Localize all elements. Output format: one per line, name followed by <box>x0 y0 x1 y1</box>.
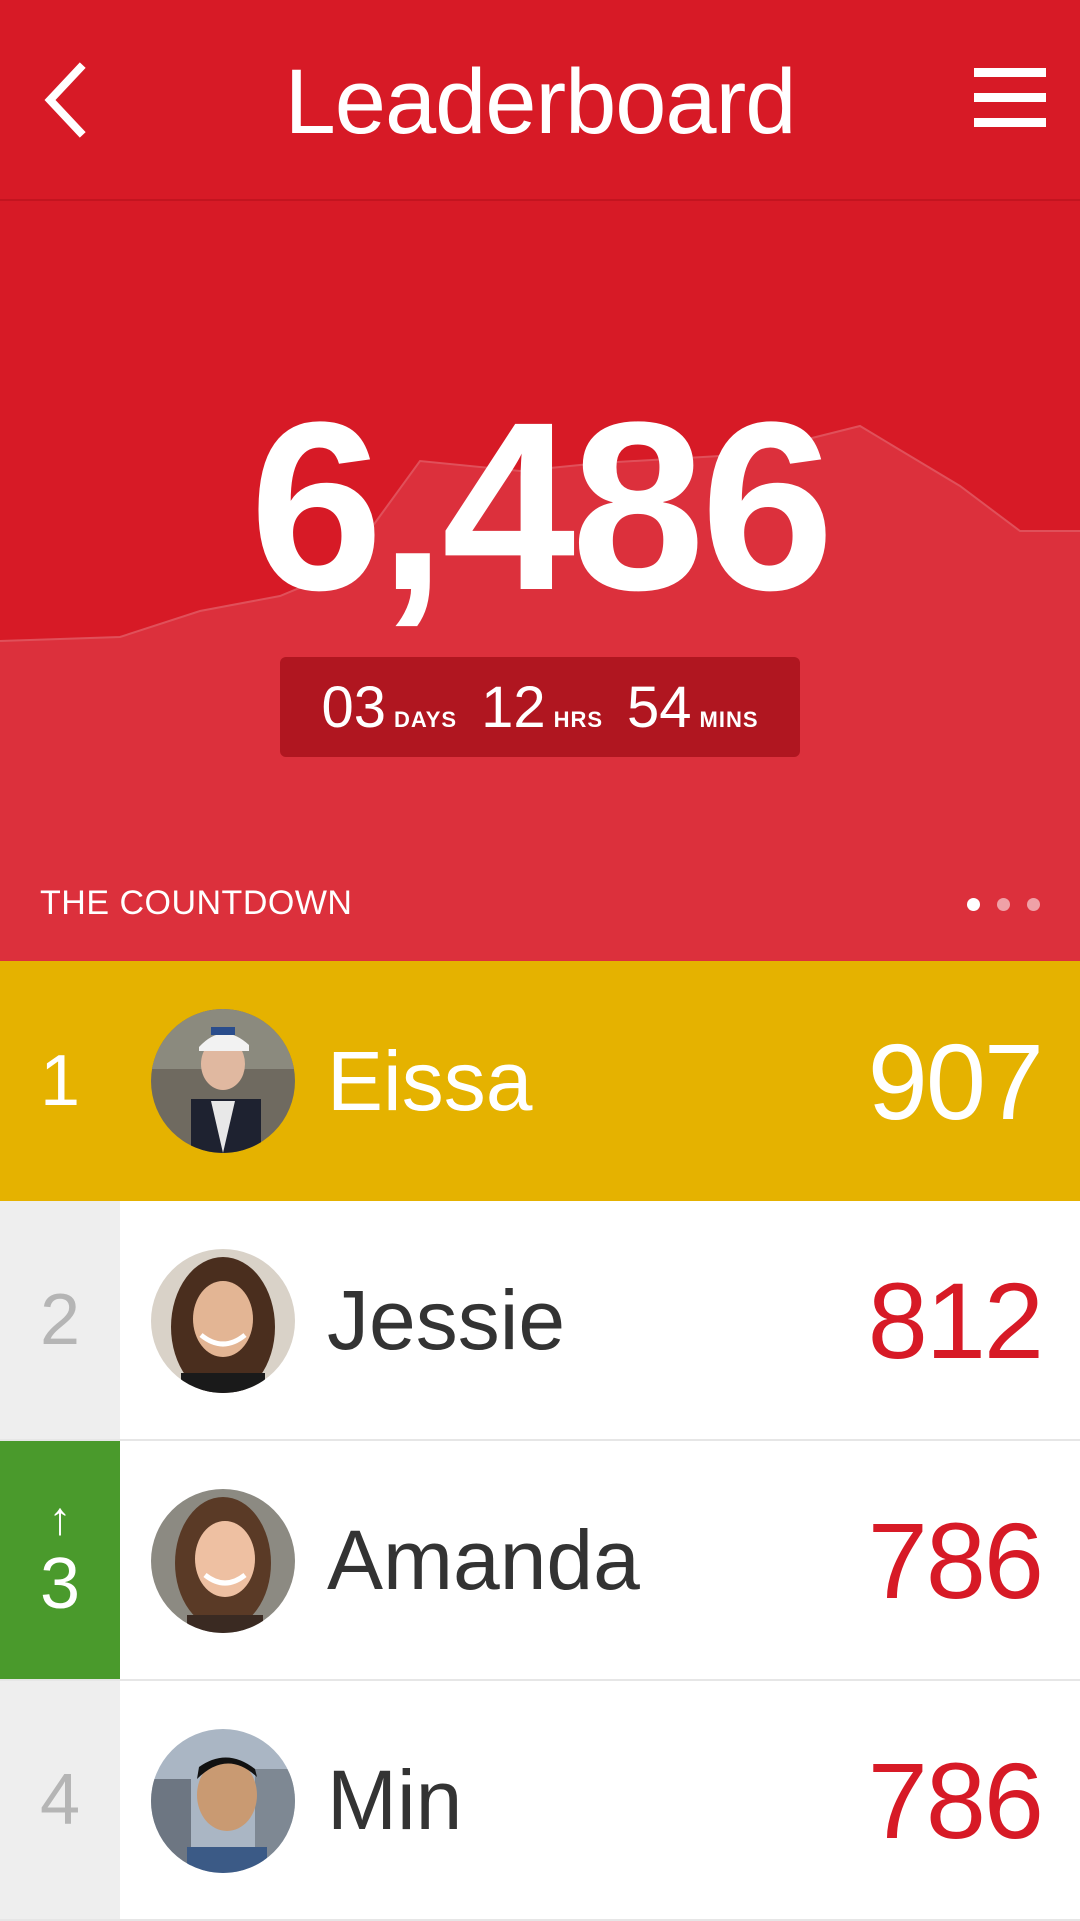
avatar <box>151 1009 295 1153</box>
days-label: DAYS <box>393 706 458 732</box>
page-dot[interactable] <box>967 898 980 911</box>
page-dot[interactable] <box>1027 898 1040 911</box>
avatar <box>151 1729 295 1873</box>
minutes-value: 54 <box>627 674 692 740</box>
player-name: Jessie <box>327 1272 566 1367</box>
avatar-image <box>151 1009 295 1153</box>
page-dot[interactable] <box>997 898 1010 911</box>
rank-cell: ↑ 3 <box>0 1441 120 1679</box>
app-header: Leaderboard <box>0 0 1080 201</box>
timer-hours: 12 HRS <box>481 674 603 741</box>
arrow-up-icon: ↑ <box>48 1492 72 1544</box>
leaderboard-row[interactable]: ↑ 3 Amanda 786 <box>0 1441 1080 1681</box>
player-score: 812 <box>867 1259 1044 1381</box>
hamburger-menu-icon <box>974 68 1046 127</box>
avatar-image <box>151 1489 295 1633</box>
rank-number: 4 <box>39 1760 81 1840</box>
rank-cell: 2 <box>0 1201 120 1439</box>
days-value: 03 <box>321 674 386 740</box>
rank-number: 3 <box>39 1544 81 1624</box>
player-name: Eissa <box>327 1033 533 1128</box>
leaderboard-row[interactable]: 1 Eissa 907 <box>0 961 1080 1201</box>
rank-number: 2 <box>39 1280 81 1360</box>
leaderboard-list: 1 Eissa 907 2 Jessie 812 ↑ 3 Amanda 786 … <box>0 961 1080 1921</box>
timer-minutes: 54 MINS <box>627 674 759 741</box>
rank-cell: 1 <box>0 961 120 1201</box>
hours-label: HRS <box>553 706 604 732</box>
leaderboard-row[interactable]: 4 Min 786 <box>0 1681 1080 1921</box>
avatar <box>151 1249 295 1393</box>
player-score: 786 <box>867 1499 1044 1621</box>
avatar-image <box>151 1729 295 1873</box>
hours-value: 12 <box>481 674 546 740</box>
page-title: Leaderboard <box>284 51 797 153</box>
player-name: Min <box>327 1752 463 1847</box>
timer-days: 03 DAYS <box>321 674 457 741</box>
rank-number: 1 <box>39 1041 81 1121</box>
avatar-image <box>151 1249 295 1393</box>
player-score: 907 <box>867 1020 1044 1142</box>
player-score: 786 <box>867 1739 1044 1861</box>
menu-button[interactable] <box>974 62 1046 134</box>
rank-cell: 4 <box>0 1681 120 1919</box>
section-label: THE COUNTDOWN <box>40 884 353 922</box>
countdown-timer: 03 DAYS 12 HRS 54 MINS <box>280 657 800 757</box>
countdown-panel[interactable]: 6,486 03 DAYS 12 HRS 54 MINS THE COUNTDO… <box>0 201 1080 961</box>
player-name: Amanda <box>327 1512 640 1607</box>
minutes-label: MINS <box>699 706 759 732</box>
page-indicator[interactable] <box>967 898 1040 911</box>
avatar <box>151 1489 295 1633</box>
countdown-total: 6,486 <box>249 372 835 640</box>
leaderboard-row[interactable]: 2 Jessie 812 <box>0 1201 1080 1441</box>
